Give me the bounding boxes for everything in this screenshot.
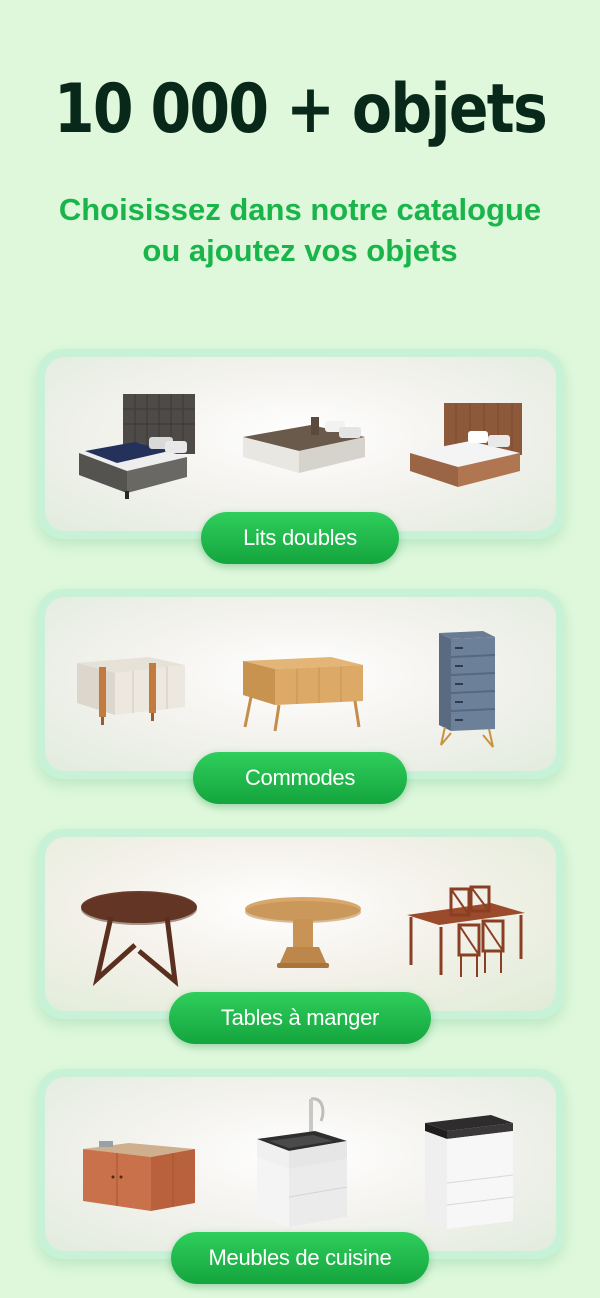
category-card-kitchen-furniture[interactable]: Meubles de cuisine	[37, 1069, 564, 1284]
category-card-dressers[interactable]: Commodes	[37, 589, 564, 804]
category-card-beds[interactable]: Lits doubles	[37, 349, 564, 564]
oval-pedestal-table-image	[241, 895, 365, 975]
subtitle-line-2: ou ajoutez vos objets	[142, 233, 458, 268]
headline: 10 000 + objets	[53, 70, 548, 149]
category-card-dining-tables[interactable]: Tables à manger	[37, 829, 564, 1044]
tall-chest-blue-image	[433, 629, 499, 751]
category-button-kitchen-furniture[interactable]: Meubles de cuisine	[171, 1232, 429, 1284]
bed-platform-white-image	[241, 415, 367, 485]
corner-kitchen-unit-image	[81, 1131, 197, 1215]
bed-upholstered-grey-image	[77, 391, 199, 501]
category-button-beds[interactable]: Lits doubles	[201, 512, 399, 564]
sideboard-white-wood-image	[75, 651, 187, 727]
card-image-area	[45, 597, 556, 771]
card-image-area	[45, 1077, 556, 1251]
category-button-dining-tables[interactable]: Tables à manger	[169, 992, 431, 1044]
drawer-cabinet-marble-image	[421, 1109, 517, 1239]
category-button-dressers[interactable]: Commodes	[193, 752, 407, 804]
sink-cabinet-marble-image	[255, 1097, 351, 1237]
round-table-walnut-image	[77, 887, 201, 987]
card-image-area	[45, 837, 556, 1011]
subtitle-line-1: Choisissez dans notre catalogue	[58, 192, 542, 227]
sideboard-oak-image	[239, 653, 367, 733]
card-image-area	[45, 357, 556, 531]
bed-leather-brown-image	[408, 401, 528, 491]
dining-set-wood-image	[401, 885, 529, 981]
